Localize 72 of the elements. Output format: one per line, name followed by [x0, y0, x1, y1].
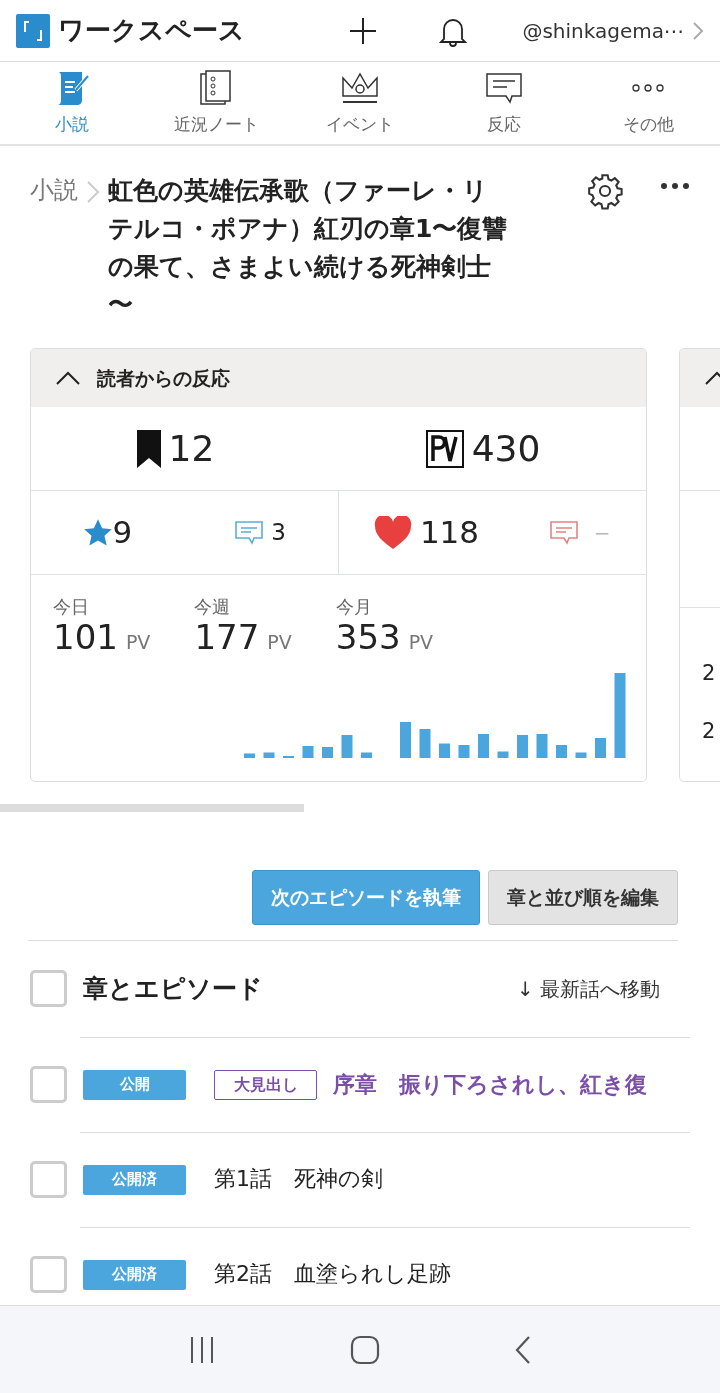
comment-icon — [549, 519, 578, 546]
pv-value: 101 — [53, 620, 118, 654]
nav-tab[interactable]: イベント — [288, 62, 432, 144]
heart-count: 118 — [419, 513, 480, 553]
plus-icon[interactable] — [348, 15, 379, 46]
chart-bar — [439, 743, 450, 758]
chart-bar — [575, 752, 587, 758]
chart-bar — [341, 734, 353, 758]
pv-icon — [425, 429, 464, 468]
status-badge: 公開 — [83, 1069, 186, 1100]
info-text: 2 — [702, 660, 717, 687]
chapter-title[interactable]: 序章 振り下ろされし、紅き復 — [333, 1068, 647, 1101]
chart-bar — [595, 737, 606, 758]
pv-count: 430 — [471, 426, 541, 471]
checkbox[interactable] — [30, 1160, 67, 1198]
logo-icon — [16, 13, 50, 48]
period-label: 今日 — [53, 595, 90, 619]
info-text: 2 — [702, 718, 717, 745]
chart-bar — [302, 745, 314, 758]
chart-bar — [517, 734, 528, 758]
review-count: 3 — [271, 518, 286, 548]
status-badge: 公開済 — [83, 1164, 186, 1195]
card-title: 読者からの反応 — [97, 365, 230, 391]
star-icon — [82, 517, 113, 548]
episode-title[interactable]: 第2話 血塗られし足跡 — [214, 1261, 451, 1288]
heart-icon — [373, 515, 412, 550]
chart-bar — [497, 751, 509, 758]
nav-tab[interactable]: 近況ノート — [144, 62, 288, 144]
heading-tag: 大見出し — [214, 1069, 317, 1100]
period-label: 今週 — [194, 595, 232, 619]
chart-bar — [458, 744, 470, 758]
pv-unit: PV — [267, 630, 292, 655]
chart-bar — [244, 753, 255, 758]
checkbox[interactable] — [30, 1065, 67, 1103]
episode-title[interactable]: 第1話 死神の剣 — [214, 1166, 383, 1193]
chart-bar — [361, 752, 372, 758]
settings-icon[interactable] — [586, 172, 624, 210]
action-button[interactable]: 章と並び順を編集 — [488, 870, 678, 925]
comment-count: − — [593, 519, 611, 547]
more-icon[interactable] — [660, 182, 690, 190]
period-label: 今月 — [335, 595, 373, 619]
bookmark-icon — [136, 429, 161, 468]
nav-tab[interactable]: 反応 — [432, 62, 576, 144]
pv-value: 353 — [335, 620, 401, 654]
work-title: 虹色の英雄伝承歌（ファーレ・リテルコ・ポアナ）紅刃の章1〜復讐の果て、さまよい続ける死神剣士〜 — [108, 175, 509, 321]
breadcrumb-link[interactable]: 小説 — [30, 172, 78, 208]
chart-bar — [263, 752, 275, 758]
section-title: 章とエピソード — [83, 972, 263, 1005]
chevron-up-icon[interactable] — [55, 370, 81, 386]
chart-bar — [478, 733, 489, 758]
home-icon[interactable] — [350, 1334, 380, 1365]
star-count: 9 — [112, 513, 133, 553]
chevron-right-icon — [86, 180, 100, 204]
jump-link[interactable]: ↓ 最新話へ移動 — [516, 973, 660, 1004]
chart-bar — [283, 755, 294, 758]
nav-tab[interactable]: 小説 — [0, 62, 144, 144]
checkbox[interactable] — [30, 970, 67, 1007]
follower-count: 12 — [168, 426, 215, 471]
account-name[interactable]: @shinkagema⋯ — [522, 15, 684, 46]
chart-bar — [556, 744, 567, 758]
comment-icon — [235, 519, 264, 546]
chart-bar — [400, 721, 411, 758]
nav-tab[interactable]: その他 — [576, 62, 720, 144]
chart-bar — [536, 733, 548, 758]
pv-value: 177 — [194, 620, 260, 654]
pv-unit: PV — [125, 630, 151, 655]
pv-unit: PV — [408, 630, 434, 655]
chart-bar — [322, 746, 333, 758]
status-badge: 公開済 — [83, 1259, 186, 1290]
app-title: ワークスペース — [58, 14, 245, 47]
chart-bar — [419, 728, 431, 758]
checkbox[interactable] — [30, 1255, 67, 1293]
